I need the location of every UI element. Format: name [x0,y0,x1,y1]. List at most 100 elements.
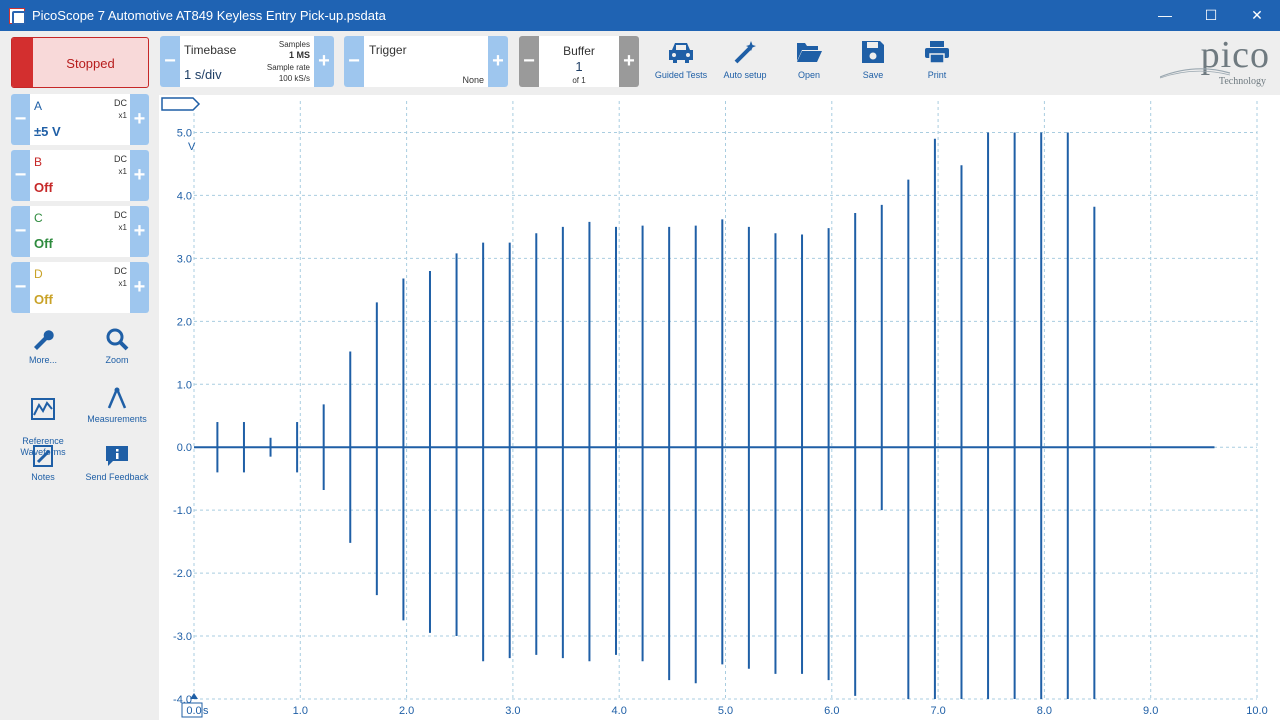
samples-label: Samples [278,40,310,49]
run-stop-button[interactable]: Stopped [11,37,149,88]
channel-c-coupling: DC [114,210,127,220]
buffer-next-button[interactable]: + [619,36,639,87]
y-tick-label: 3.0 [177,253,192,265]
timebase-increase-button[interactable]: + [314,36,334,87]
waveform-chart[interactable]: 5.04.03.02.01.00.0-1.0-2.0-3.0-4.0 0.0 1.… [159,95,1280,720]
channel-a-range-increase-button[interactable]: + [130,94,149,145]
x-tick-label: 8.0 [1037,705,1052,717]
channel-a-panel[interactable]: − A DC x1 ±5 V + [11,94,149,145]
print-label: Print [927,70,947,80]
open-button[interactable]: Open [781,39,837,80]
zoom-tool-label: Zoom [105,355,129,365]
more-tool-label: More... [28,355,57,365]
y-axis-unit: V [188,141,196,153]
channel-a-range-decrease-button[interactable]: − [11,94,30,145]
channel-b-panel[interactable]: − B DC x1 Off + [11,150,149,201]
x-tick-label: 9.0 [1143,705,1158,717]
trigger-title: Trigger [369,43,407,57]
channel-a-name: A [34,99,43,113]
y-tick-label: 5.0 [177,127,192,139]
channel-c-range-decrease-button[interactable]: − [11,206,30,257]
send-feedback-tool[interactable]: Send Feedback [82,444,152,482]
pico-logo: pico Technology [1152,34,1270,87]
timebase-decrease-button[interactable]: − [160,36,180,87]
channel-c-range: Off [34,236,53,251]
buffer-of: of 1 [572,76,586,85]
save-label: Save [862,70,884,80]
maximize-button[interactable]: ☐ [1188,0,1234,31]
y-axis-ticks: 5.04.03.02.01.00.0-1.0-2.0-3.0-4.0 [173,127,192,706]
x-tick-label: 10.0 [1246,705,1267,717]
trigger-decrease-button[interactable]: − [344,36,364,87]
zoom-tool[interactable]: Zoom [82,327,152,365]
timebase-control[interactable]: − Timebase 1 s/div Samples 1 MS Sample r… [160,36,334,87]
channel-b-range: Off [34,180,53,195]
buffer-previous-button[interactable]: − [519,36,539,87]
picoscope-app-icon [9,8,26,25]
x-tick-label: 5.0 [718,705,733,717]
auto-setup-label: Auto setup [723,70,767,80]
pico-logo-tagline: Technology [1218,76,1266,87]
channel-c-panel[interactable]: − C DC x1 Off + [11,206,149,257]
close-button[interactable]: ✕ [1234,0,1280,31]
print-button[interactable]: Print [909,39,965,80]
measurements-tool[interactable]: Measurements [82,386,152,424]
channel-d-range-increase-button[interactable]: + [130,262,149,313]
grid [193,101,1258,700]
trigger-increase-button[interactable]: + [488,36,508,87]
measurements-tool-label: Measurements [87,414,147,424]
x-tick-label: 4.0 [612,705,627,717]
guided-tests-button[interactable]: Guided Tests [653,39,709,80]
trigger-control[interactable]: − Trigger None + [344,36,508,87]
measurements-icon [107,387,127,409]
feedback-icon [106,446,128,466]
x-tick-label: 3.0 [505,705,520,717]
run-state-label: Stopped [66,56,115,71]
reference-waveforms-icon [31,398,55,420]
channel-a-probe: x1 [118,111,127,120]
x-axis-ticks: 0.0 1.0 2.0 3.0 4.0 5.0 6.0 7.0 8.0 9.0 10.0 s [186,705,1267,717]
buffer-title: Buffer [563,44,595,58]
guided-tests-label: Guided Tests [654,70,708,80]
channel-d-panel[interactable]: − D DC x1 Off + [11,262,149,313]
y-tick-label: 2.0 [177,316,192,328]
channel-b-range-decrease-button[interactable]: − [11,150,30,201]
channel-b-coupling: DC [114,154,127,164]
channel-b-probe: x1 [118,167,127,176]
x-tick-label: 6.0 [824,705,839,717]
channel-c-range-increase-button[interactable]: + [130,206,149,257]
car-icon [669,43,693,63]
minimize-button[interactable]: — [1142,0,1188,31]
y-tick-label: -3.0 [173,631,192,643]
trigger-mode: None [462,75,484,85]
y-tick-label: 1.0 [177,379,192,391]
sidebar: Stopped − A DC x1 ±5 V + − B DC x1 Off +… [0,31,159,720]
scope-view[interactable]: 5.0 4.0 3.0 2.0 1.0 0.0 -1.0 -2.0 -3.0 -4.0 0.0 1.… [159,95,1280,720]
channel-d-range-decrease-button[interactable]: − [11,262,30,313]
buffer-value: 1 [575,59,583,74]
wrench-icon [34,330,54,350]
notes-tool[interactable]: Notes [8,444,78,482]
channel-b-name: B [34,155,43,169]
more-tool[interactable]: More... [8,327,78,365]
run-state-indicator [12,38,33,87]
channel-a-trace [194,132,1215,699]
title-bar: PicoScope 7 Automotive AT849 Keyless Ent… [0,0,1280,31]
auto-setup-button[interactable]: Auto setup [717,39,773,80]
channel-c-probe: x1 [118,223,127,232]
sample-rate-value: 100 kS/s [278,74,310,83]
channel-d-coupling: DC [114,266,127,276]
toolbar: − Timebase 1 s/div Samples 1 MS Sample r… [159,31,1280,95]
y-tick-label: -2.0 [173,568,192,580]
samples-value: 1 MS [288,50,310,60]
x-tick-label: 7.0 [930,705,945,717]
channel-d-name: D [34,267,43,281]
channel-b-range-increase-button[interactable]: + [130,150,149,201]
notes-tool-label: Notes [31,472,55,482]
channel-a-coupling: DC [114,98,127,108]
buffer-control[interactable]: − Buffer 1 of 1 + [519,36,639,87]
magic-wand-icon [734,41,756,64]
save-button[interactable]: Save [845,39,901,80]
y-tick-label: -1.0 [173,505,192,517]
timebase-title: Timebase [184,43,237,57]
